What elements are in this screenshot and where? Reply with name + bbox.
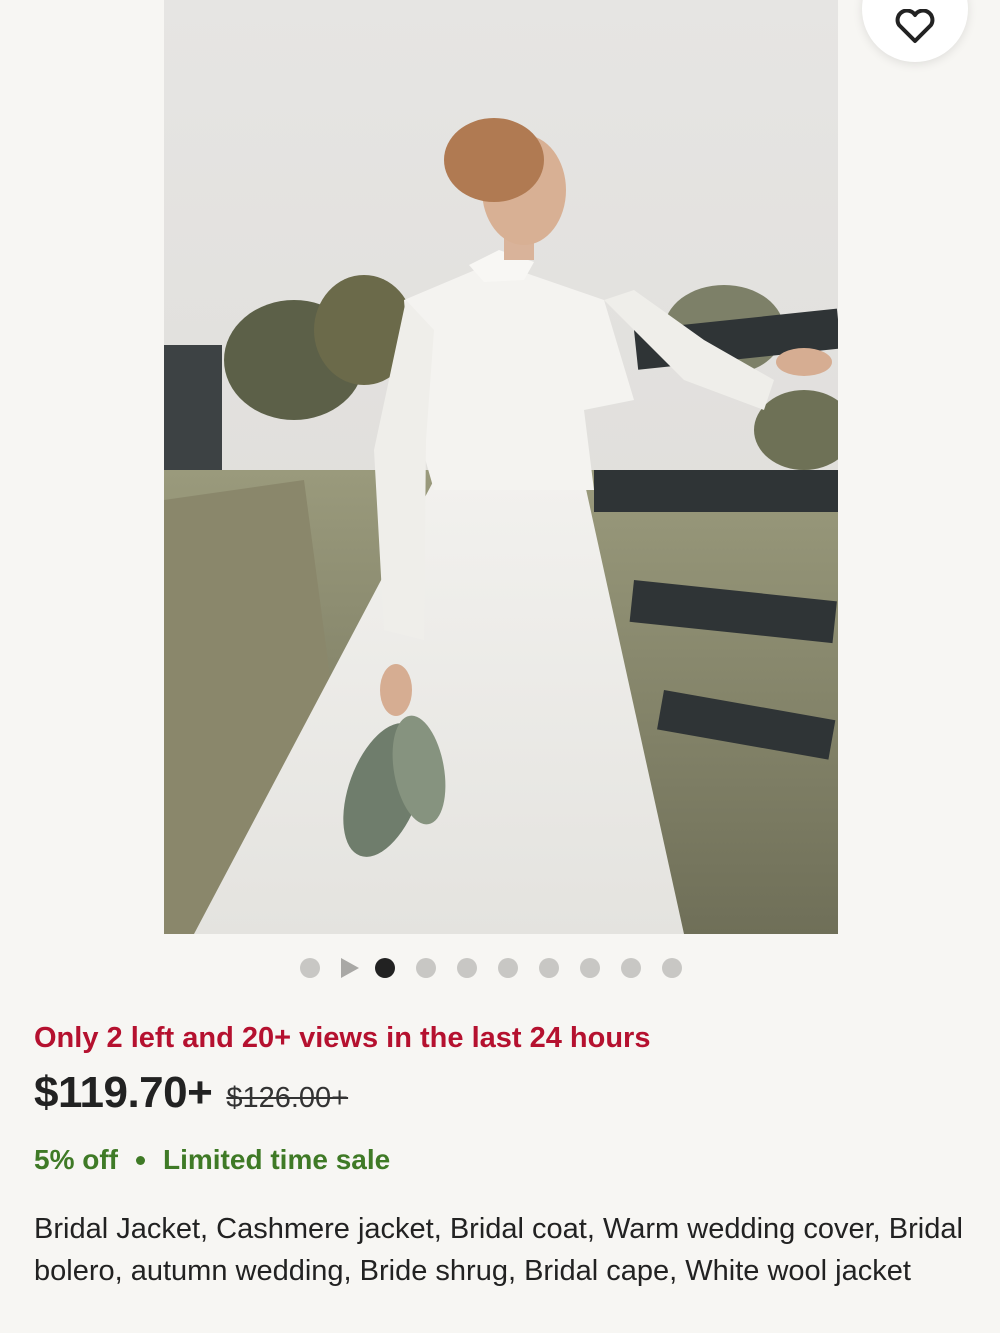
listing-title: Bridal Jacket, Cashmere jacket, Bridal c… [34,1213,963,1287]
carousel-dot[interactable] [416,958,436,978]
carousel-dot-active[interactable] [375,958,395,978]
favorite-button[interactable] [862,0,968,62]
carousel-dot[interactable] [498,958,518,978]
scarcity-message: Only 2 left and 20+ views in the last 24… [34,1022,651,1054]
product-photo-illustration [164,0,838,934]
discount-label: 5% off [34,1144,118,1175]
original-price: $126.00+ [226,1082,349,1114]
product-image[interactable] [164,0,838,934]
separator-dot [136,1155,145,1165]
carousel-dot[interactable] [300,958,320,978]
video-play-icon[interactable] [341,958,359,978]
carousel-dot[interactable] [662,958,682,978]
image-carousel-indicator[interactable] [300,958,703,978]
carousel-dot[interactable] [539,958,559,978]
carousel-dot[interactable] [580,958,600,978]
price-row: $119.70+ $126.00+ [34,1068,348,1118]
sale-info: 5% off Limited time sale [34,1144,390,1176]
carousel-dot[interactable] [621,958,641,978]
sale-label: Limited time sale [163,1144,391,1175]
heart-icon [895,9,935,43]
listing-screen: Only 2 left and 20+ views in the last 24… [0,0,1000,1333]
current-price: $119.70+ [34,1068,213,1117]
carousel-dot[interactable] [457,958,477,978]
